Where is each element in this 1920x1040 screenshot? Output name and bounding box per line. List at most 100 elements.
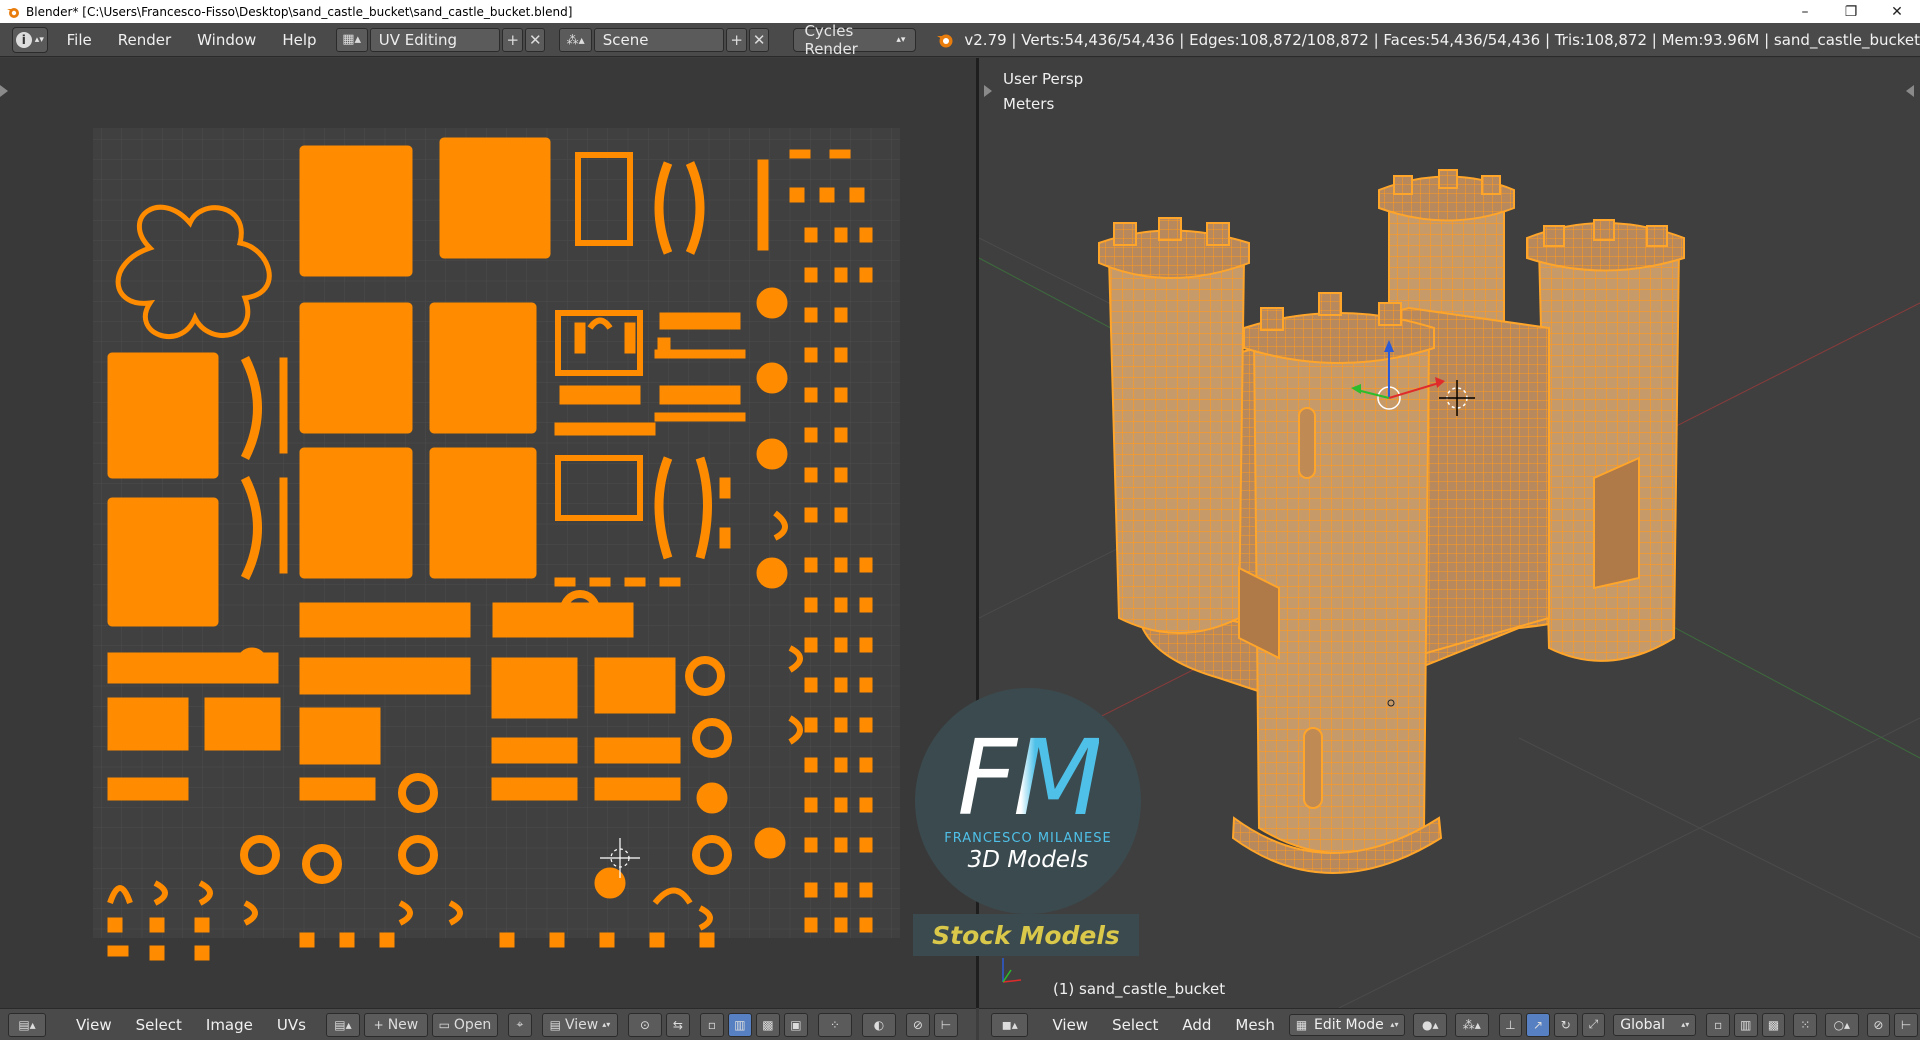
screen-layout-button[interactable]: ▦▴ <box>335 27 368 52</box>
edge-select-button[interactable]: ▥ <box>1734 1012 1758 1037</box>
vertex-select-mode-button[interactable]: ▫ <box>699 1012 724 1037</box>
viewport-shading-button[interactable]: ●▴ <box>1413 1012 1447 1037</box>
scene-selector-button[interactable]: ⁂▴ <box>559 27 592 52</box>
fm-subtitle: 3D Models <box>967 847 1089 873</box>
proportional-edit-3d-button[interactable]: ○▴ <box>1825 1012 1859 1037</box>
view3d-menu-add[interactable]: Add <box>1170 1016 1223 1034</box>
info-editor-type-button[interactable]: i ▴▾ <box>12 26 48 53</box>
face-select-mode-button[interactable]: ▩ <box>755 1012 780 1037</box>
mode-dropdown[interactable]: ▦ Edit Mode ▴▾ <box>1288 1013 1406 1036</box>
folder-icon: ▭ <box>438 1017 450 1032</box>
chevron-updown-icon: ▴▾ <box>896 34 906 45</box>
snap-toggle-button[interactable]: ⊘ <box>905 1012 930 1037</box>
snap-3d-button[interactable]: ⊘ <box>1866 1012 1891 1037</box>
window-title: Blender* [C:\Users\Francesco-Fisso\Deskt… <box>26 4 573 19</box>
chevron-updown-icon: ▴▾ <box>1390 1020 1399 1029</box>
uv-menu-select[interactable]: Select <box>124 1016 194 1034</box>
sync-selection-button[interactable]: ⇆ <box>665 1012 690 1037</box>
plus-icon: + <box>506 30 520 49</box>
window-titlebar: Blender* [C:\Users\Francesco-Fisso\Deskt… <box>0 0 1920 23</box>
active-object-label: (1) sand_castle_bucket <box>1053 980 1226 998</box>
sticky-selection-dropdown[interactable]: ⁘ <box>817 1012 852 1037</box>
scene-stats: v2.79 | Verts:54,436/54,436 | Edges:108,… <box>936 31 1920 49</box>
view3d-menu-select[interactable]: Select <box>1100 1016 1170 1034</box>
menu-render[interactable]: Render <box>105 31 184 49</box>
view3d-menu-mesh[interactable]: Mesh <box>1223 1016 1287 1034</box>
stock-models-banner: Stock Models <box>913 914 1139 956</box>
uv-view-mode-dropdown[interactable]: ▤ View ▴▾ <box>541 1012 618 1037</box>
island-select-mode-button[interactable]: ▣ <box>783 1012 808 1037</box>
workspace-name: UV Editing <box>378 30 458 49</box>
blender-logo-icon <box>7 7 19 18</box>
menu-file[interactable]: File <box>54 31 105 49</box>
close-window-button[interactable]: ✕ <box>1874 0 1920 23</box>
x-icon: ✕ <box>752 30 766 49</box>
occlude-geometry-button[interactable]: ⁙ <box>1793 1012 1818 1037</box>
face-select-button[interactable]: ▩ <box>1761 1012 1786 1037</box>
sand-castle-mesh[interactable] <box>1098 169 1685 874</box>
manipulator-toggle-button[interactable]: ⊥ <box>1498 1012 1523 1037</box>
restore-button[interactable]: ❐ <box>1828 0 1874 23</box>
snap-element-button[interactable]: ⊢ <box>933 1012 958 1037</box>
orientation-label: Global <box>1620 1016 1665 1033</box>
uv-canvas[interactable] <box>0 58 976 1008</box>
uv-image-editor[interactable] <box>0 58 976 1008</box>
add-workspace-button[interactable]: + <box>502 27 523 52</box>
plus-icon: + <box>373 1017 384 1032</box>
info-icon: i <box>15 31 32 48</box>
menu-help[interactable]: Help <box>269 31 329 49</box>
scene-field[interactable]: Scene <box>593 27 725 52</box>
uv-menu-view[interactable]: View <box>64 1016 124 1034</box>
add-scene-button[interactable]: + <box>726 27 747 52</box>
scene-name: Scene <box>602 30 649 49</box>
snap-element-3d-button[interactable]: ⊢ <box>1894 1012 1918 1037</box>
scale-manipulator-button[interactable]: ⤢ <box>1581 1012 1606 1037</box>
3d-editor-type-button[interactable]: ◼▴ <box>991 1012 1029 1037</box>
image-icon: ▤▴ <box>334 1017 352 1032</box>
layout-grid-icon: ▦▴ <box>342 32 362 47</box>
new-image-label: New <box>387 1016 419 1033</box>
proportional-edit-button[interactable]: ◐ <box>861 1012 896 1037</box>
fm-logo-letters: FM <box>957 717 1103 839</box>
edit-mode-icon: ▦ <box>1295 1017 1308 1032</box>
workspace-field[interactable]: UV Editing <box>369 27 501 52</box>
translate-manipulator-button[interactable]: ↗ <box>1526 1012 1550 1037</box>
pivot-point-3d-button[interactable]: ⁂▴ <box>1455 1012 1489 1037</box>
vertex-select-button[interactable]: ▫ <box>1706 1012 1730 1037</box>
3d-view-header: ◼▴ View Select Add Mesh ▦ Edit Mode ▴▾ ●… <box>979 1008 1920 1040</box>
scene-stats-text: v2.79 | Verts:54,436/54,436 | Edges:108,… <box>964 30 1920 49</box>
menu-window[interactable]: Window <box>184 31 269 49</box>
minimize-button[interactable]: – <box>1782 0 1828 23</box>
uv-menu-uvs[interactable]: UVs <box>265 1016 318 1034</box>
fm-watermark-logo: FM FRANCESCO MILANESE 3D Models <box>915 688 1141 914</box>
uv-editor-header: ▤▴ View Select Image UVs ▤▴ + New ▭ Open ⌖… <box>0 1008 976 1040</box>
orientation-dropdown[interactable]: Global ▴▾ <box>1613 1013 1697 1036</box>
image-browse-button[interactable]: ▤▴ <box>325 1012 360 1037</box>
blender-logo-icon <box>937 34 953 47</box>
view-mode-icon: ▤ <box>549 1017 561 1032</box>
fm-name: FRANCESCO MILANESE <box>944 831 1112 846</box>
remove-workspace-button[interactable]: ✕ <box>524 27 546 52</box>
x-icon: ✕ <box>528 30 542 49</box>
scene-icon: ⁂▴ <box>566 32 585 47</box>
plus-icon: + <box>730 30 743 49</box>
rotate-manipulator-button[interactable]: ↻ <box>1553 1012 1578 1037</box>
view-mode-label: View <box>564 1016 599 1033</box>
open-image-button[interactable]: ▭ Open <box>431 1012 498 1037</box>
pin-icon[interactable]: ⌖ <box>507 1012 532 1037</box>
chevron-updown-icon: ▴▾ <box>34 34 44 45</box>
open-image-label: Open <box>453 1016 492 1033</box>
remove-scene-button[interactable]: ✕ <box>748 27 770 52</box>
axis-indicator-icon <box>1002 958 1022 983</box>
edge-select-mode-button[interactable]: ▥ <box>727 1012 752 1037</box>
chevron-updown-icon: ▴▾ <box>1681 1020 1690 1029</box>
new-image-button[interactable]: + New <box>363 1012 428 1037</box>
pivot-point-button[interactable]: ⊙ <box>627 1012 662 1037</box>
image-editor-icon: ▤▴ <box>18 1017 36 1032</box>
units-label: Meters <box>1003 95 1055 113</box>
cube-icon: ◼▴ <box>1001 1017 1018 1032</box>
render-engine-dropdown[interactable]: Cycles Render ▴▾ <box>793 22 917 58</box>
view3d-menu-view[interactable]: View <box>1040 1016 1100 1034</box>
uv-editor-type-button[interactable]: ▤▴ <box>8 1012 46 1037</box>
uv-menu-image[interactable]: Image <box>194 1016 265 1034</box>
